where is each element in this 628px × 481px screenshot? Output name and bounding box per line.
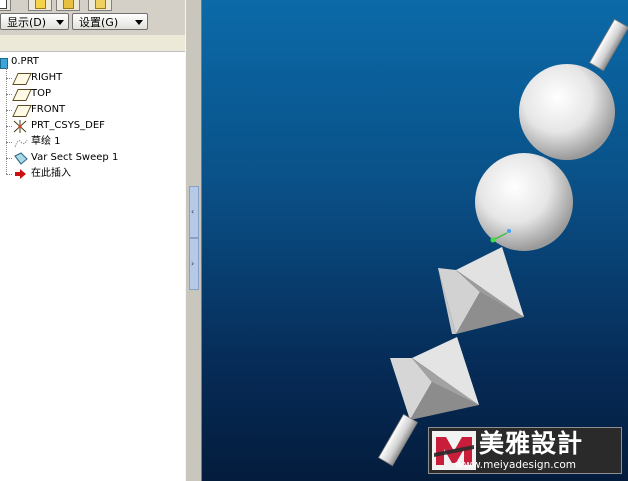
chevron-down-icon [56, 20, 64, 25]
tree-item-var-sect-sweep[interactable]: Var Sect Sweep 1 [6, 150, 180, 166]
lower-octahedron [390, 337, 479, 420]
tree-item-label: TOP [31, 88, 52, 99]
upper-octahedron [438, 247, 524, 334]
upper-sphere [519, 64, 615, 160]
bottom-rod [378, 413, 418, 467]
folder-icon [35, 0, 46, 9]
tree-item-sketch[interactable]: 草绘 1 [6, 134, 180, 150]
model-tree-panel: 显示(D) 设置(G) 0.PRT RIGHT TOP FRONT PRT_CS… [0, 0, 187, 481]
tree-item-label: 在此插入 [31, 168, 71, 179]
collapse-panel-handle[interactable]: ‹ [189, 186, 199, 238]
panel-splitter[interactable]: ‹ › [185, 0, 202, 481]
model-render [378, 18, 628, 467]
datum-plane-icon [12, 89, 32, 101]
tree-item-label: RIGHT [31, 72, 63, 83]
tree-item-label: 草绘 1 [31, 136, 61, 147]
tree-toolbar: 显示(D) 设置(G) [0, 12, 187, 34]
chevron-left-icon: ‹ [191, 207, 195, 216]
insert-here-arrow-icon [15, 169, 26, 179]
chevron-down-icon [135, 20, 143, 25]
tree-column-header [0, 35, 185, 52]
tree-item-label: PRT_CSYS_DEF [31, 120, 105, 131]
favorites-icon [63, 0, 74, 9]
sketch-icon [14, 139, 28, 148]
coordinate-system-icon [13, 120, 27, 133]
datum-plane-icon [12, 73, 32, 85]
tree-item-front[interactable]: FRONT [6, 102, 180, 118]
tab-model-tree[interactable] [0, 0, 11, 11]
datum-plane-icon [12, 105, 32, 117]
settings-dropdown-label: 设置(G) [79, 16, 119, 29]
tree-item-label: FRONT [31, 104, 66, 115]
tab-favorites[interactable] [56, 0, 80, 11]
settings-dropdown[interactable]: 设置(G) [72, 13, 148, 30]
connections-icon [95, 0, 106, 9]
graphics-viewport[interactable] [202, 0, 628, 481]
tree-root-label: 0.PRT [11, 56, 39, 67]
watermark-logo: 美雅設計 www.meiyadesign.com [428, 427, 622, 474]
chevron-right-icon: › [191, 259, 195, 268]
show-dropdown-label: 显示(D) [7, 16, 47, 29]
lower-sphere [475, 153, 573, 251]
model-tree: 0.PRT RIGHT TOP FRONT PRT_CSYS_DEF 草绘 1 … [0, 52, 185, 481]
brand-name: 美雅設計 [479, 429, 584, 458]
navigator-tab-strip [0, 0, 187, 11]
tab-folder-browser[interactable] [28, 0, 52, 11]
tree-item-label: Var Sect Sweep 1 [31, 152, 119, 163]
tree-item-top[interactable]: TOP [6, 86, 180, 102]
brand-url: www.meiyadesign.com [455, 459, 576, 471]
show-dropdown[interactable]: 显示(D) [0, 13, 69, 30]
tree-root-item[interactable]: 0.PRT [0, 54, 180, 70]
model-tree-icon [0, 0, 7, 9]
sweep-feature-icon [14, 152, 28, 165]
expand-panel-handle[interactable]: › [189, 238, 199, 290]
tree-item-csys[interactable]: PRT_CSYS_DEF [6, 118, 180, 134]
top-rod [589, 18, 628, 72]
tree-item-insert-here[interactable]: 在此插入 [6, 166, 180, 182]
tab-connections[interactable] [88, 0, 112, 11]
tree-item-right[interactable]: RIGHT [6, 70, 180, 86]
